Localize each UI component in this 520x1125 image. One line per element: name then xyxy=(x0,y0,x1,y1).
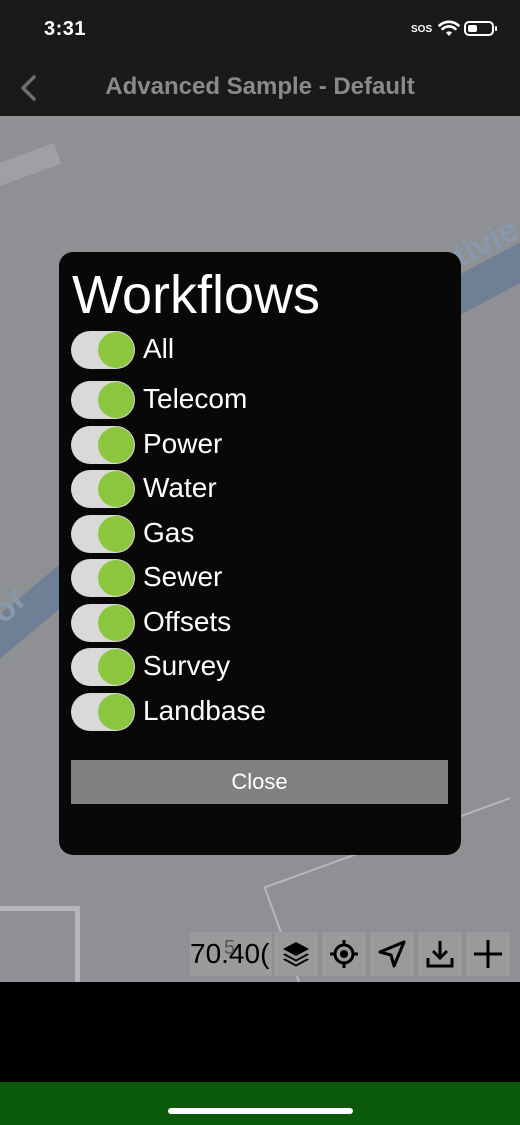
navigation-arrow-icon xyxy=(378,940,406,968)
locate-button[interactable] xyxy=(322,932,366,976)
map-road xyxy=(0,142,62,192)
toggle-label: Offsets xyxy=(143,606,232,637)
bottom-bar xyxy=(0,1082,520,1125)
toggle-power[interactable] xyxy=(71,426,135,464)
toggle-survey[interactable] xyxy=(71,648,135,686)
sos-indicator: SOS xyxy=(411,24,433,35)
toggle-sewer[interactable] xyxy=(71,559,135,597)
toggle-telecom[interactable] xyxy=(71,381,135,419)
map-parcel xyxy=(0,906,80,982)
toggle-label: Telecom xyxy=(143,383,248,414)
battery-icon xyxy=(464,21,497,36)
wifi-icon xyxy=(438,20,460,36)
layers-icon xyxy=(283,942,309,967)
close-button[interactable]: Close xyxy=(71,760,448,804)
toggle-landbase[interactable] xyxy=(71,693,135,731)
toggle-label: Survey xyxy=(143,650,231,681)
toggle-offsets[interactable] xyxy=(71,604,135,642)
scale-readout: 70.40( 5 xyxy=(190,932,272,976)
toggle-label: Gas xyxy=(143,517,195,548)
toggle-label: Power xyxy=(143,428,223,459)
plus-icon xyxy=(474,940,502,968)
toggle-gas[interactable] xyxy=(71,515,135,553)
status-time: 3:31 xyxy=(44,18,87,40)
navigation-bar: Advanced Sample - Default xyxy=(0,60,520,116)
dialog-title: Workflows xyxy=(72,265,321,325)
bottom-panel xyxy=(0,982,520,1082)
layers-button[interactable] xyxy=(274,932,318,976)
toggle-label: Sewer xyxy=(143,561,223,592)
navigate-button[interactable] xyxy=(370,932,414,976)
scale-overlay-digit: 5 xyxy=(224,937,236,959)
toggle-label: Landbase xyxy=(143,695,267,726)
workflows-dialog: Workflows All Telecom Power Water Gas Se… xyxy=(59,252,461,855)
add-button[interactable] xyxy=(466,932,510,976)
crosshair-icon xyxy=(330,940,358,968)
page-title: Advanced Sample - Default xyxy=(105,73,415,100)
download-icon xyxy=(426,941,454,968)
toggle-label: Water xyxy=(143,472,217,503)
map-toolbar: 70.40( 5 xyxy=(190,932,520,976)
toggle-all[interactable] xyxy=(71,331,135,369)
download-button[interactable] xyxy=(418,932,462,976)
toggle-label: All xyxy=(143,333,175,364)
home-indicator[interactable] xyxy=(168,1108,353,1114)
status-bar: 3:31 SOS xyxy=(0,0,520,60)
toggle-water[interactable] xyxy=(71,470,135,508)
